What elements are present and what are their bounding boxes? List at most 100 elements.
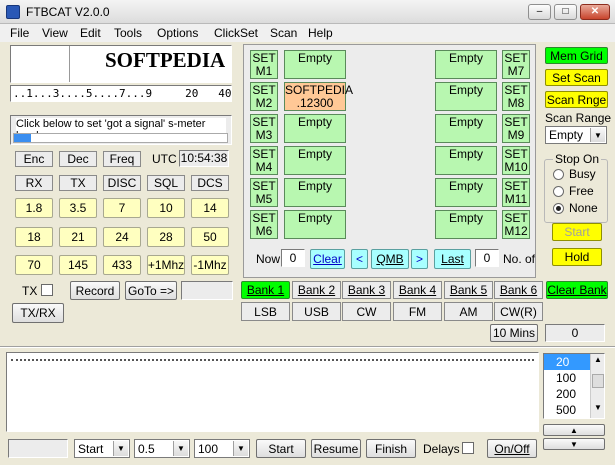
memory-set-button-m11[interactable]: SET M11: [502, 178, 530, 207]
memory-slot-m9[interactable]: Empty: [435, 114, 497, 143]
scroll-thumb[interactable]: [592, 374, 604, 388]
rx-button-disc[interactable]: DISC: [103, 175, 141, 191]
menu-file[interactable]: File: [10, 26, 29, 40]
memory-slot-m6[interactable]: Empty: [284, 210, 346, 239]
tx-checkbox[interactable]: [41, 284, 53, 296]
band-button[interactable]: 10: [147, 198, 185, 218]
speed-down-button[interactable]: ▼: [543, 438, 605, 450]
menu-options[interactable]: Options: [157, 26, 198, 40]
mode-select[interactable]: Start ▼: [74, 439, 130, 458]
memory-slot-m10[interactable]: Empty: [435, 146, 497, 175]
band-button[interactable]: 24: [103, 227, 141, 247]
stop-on-radio-busy[interactable]: [553, 169, 564, 180]
minimize-button[interactable]: –: [528, 4, 551, 20]
memory-slot-m5[interactable]: Empty: [284, 178, 346, 207]
speed-list-scrollbar[interactable]: ▲ ▼: [590, 354, 604, 418]
record-button[interactable]: Record: [70, 281, 120, 300]
speed-up-button[interactable]: ▲: [543, 424, 605, 436]
next-button[interactable]: >: [411, 249, 428, 269]
menu-tools[interactable]: Tools: [114, 26, 142, 40]
rx-button-rx[interactable]: RX: [15, 175, 53, 191]
rx-button-dcs[interactable]: DCS: [191, 175, 229, 191]
memory-set-button-m12[interactable]: SET M12: [502, 210, 530, 239]
freq-button[interactable]: Freq: [103, 151, 141, 167]
clear-button[interactable]: Clear: [310, 249, 345, 269]
rx-button-sql[interactable]: SQL: [147, 175, 185, 191]
enc-button[interactable]: Enc: [15, 151, 53, 167]
scan-log-area[interactable]: [6, 352, 539, 432]
memory-set-button-m9[interactable]: SET M9: [502, 114, 530, 143]
last-button[interactable]: Last: [434, 249, 471, 269]
bank-tab-1[interactable]: Bank 1: [241, 281, 290, 299]
dec-button[interactable]: Dec: [59, 151, 97, 167]
memory-set-button-m6[interactable]: SET M6: [250, 210, 278, 239]
memory-slot-m4[interactable]: Empty: [284, 146, 346, 175]
bank-tab-4[interactable]: Bank 4: [393, 281, 442, 299]
speed-list-item[interactable]: 20: [544, 354, 590, 370]
close-button[interactable]: ✕: [580, 4, 610, 20]
mode-button-usb[interactable]: USB: [292, 302, 341, 321]
band-button[interactable]: 50: [191, 227, 229, 247]
band-button[interactable]: 18: [15, 227, 53, 247]
bank-tab-6[interactable]: Bank 6: [494, 281, 543, 299]
step-select[interactable]: 0.5 ▼: [134, 439, 190, 458]
scroll-down-icon[interactable]: ▼: [592, 403, 604, 417]
maximize-button[interactable]: □: [554, 4, 577, 20]
band-button[interactable]: 3.5: [59, 198, 97, 218]
mode-button-fm[interactable]: FM: [393, 302, 442, 321]
memory-set-button-m2[interactable]: SET M2: [250, 82, 278, 111]
memory-set-button-m10[interactable]: SET M10: [502, 146, 530, 175]
scan-range-button[interactable]: Scan Rnge: [545, 91, 608, 108]
menu-scan[interactable]: Scan: [270, 26, 297, 40]
txrx-button[interactable]: TX/RX: [12, 303, 64, 323]
memory-set-button-m3[interactable]: SET M3: [250, 114, 278, 143]
memory-slot-m2[interactable]: SOFTPEDIA .12300: [284, 82, 353, 111]
speed-list-item[interactable]: 500: [544, 402, 590, 418]
menu-edit[interactable]: Edit: [80, 26, 101, 40]
mode-button-cw[interactable]: CW: [342, 302, 391, 321]
menu-clickset[interactable]: ClickSet: [214, 26, 258, 40]
band-button[interactable]: 28: [147, 227, 185, 247]
band-button[interactable]: 21: [59, 227, 97, 247]
hold-button[interactable]: Hold: [552, 248, 602, 266]
memory-slot-m3[interactable]: Empty: [284, 114, 346, 143]
goto-field[interactable]: [181, 281, 233, 300]
qmb-button[interactable]: QMB: [371, 249, 409, 269]
finish-button[interactable]: Finish: [366, 439, 416, 458]
menu-view[interactable]: View: [42, 26, 68, 40]
scan-range-select[interactable]: Empty ▼: [545, 126, 607, 144]
band-button[interactable]: 1.8: [15, 198, 53, 218]
stop-on-radio-none[interactable]: [553, 203, 564, 214]
memory-set-button-m5[interactable]: SET M5: [250, 178, 278, 207]
ten-mins-button[interactable]: 10 Mins: [490, 324, 538, 342]
memory-set-button-m4[interactable]: SET M4: [250, 146, 278, 175]
speed-list-item[interactable]: 100: [544, 370, 590, 386]
start-button[interactable]: Start: [256, 439, 306, 458]
memory-slot-m8[interactable]: Empty: [435, 82, 497, 111]
band-button[interactable]: +1Mhz: [147, 255, 185, 275]
onoff-button[interactable]: On/Off: [487, 439, 537, 458]
speed-list[interactable]: 20 100 200 500 ▲ ▼: [543, 353, 605, 419]
smeter-bar[interactable]: [13, 133, 228, 143]
memory-slot-m1[interactable]: Empty: [284, 50, 346, 79]
scroll-up-icon[interactable]: ▲: [592, 355, 604, 369]
set-scan-button[interactable]: Set Scan: [545, 69, 608, 86]
rx-button-tx[interactable]: TX: [59, 175, 97, 191]
count-select[interactable]: 100 ▼: [194, 439, 250, 458]
memory-set-button-m1[interactable]: SET M1: [250, 50, 278, 79]
bank-tab-2[interactable]: Bank 2: [292, 281, 341, 299]
band-button[interactable]: 70: [15, 255, 53, 275]
menu-help[interactable]: Help: [308, 26, 333, 40]
clear-bank-button[interactable]: Clear Bank: [546, 281, 608, 299]
mode-button-lsb[interactable]: LSB: [241, 302, 290, 321]
stop-on-radio-free[interactable]: [553, 186, 564, 197]
mode-button-am[interactable]: AM: [444, 302, 493, 321]
band-button[interactable]: 7: [103, 198, 141, 218]
goto-button[interactable]: GoTo =>: [125, 281, 177, 300]
memory-set-button-m8[interactable]: SET M8: [502, 82, 530, 111]
band-button[interactable]: 145: [59, 255, 97, 275]
bank-tab-3[interactable]: Bank 3: [342, 281, 391, 299]
mem-grid-button[interactable]: Mem Grid: [545, 47, 608, 64]
band-button[interactable]: 433: [103, 255, 141, 275]
memory-slot-m12[interactable]: Empty: [435, 210, 497, 239]
